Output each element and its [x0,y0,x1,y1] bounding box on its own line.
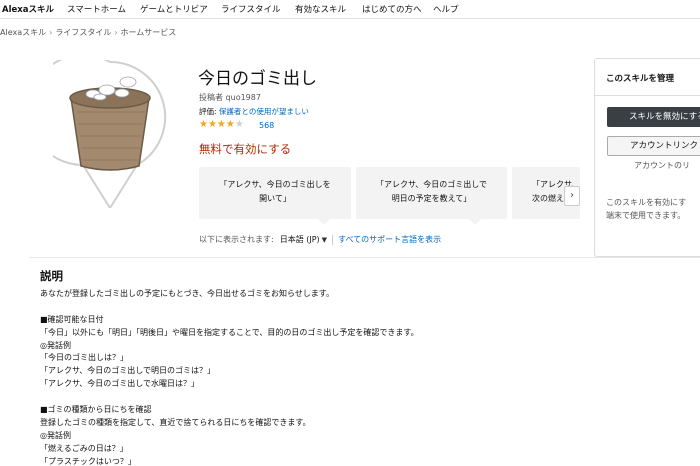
description-line: 「アレクサ、今日のゴミ出しで水曜日は？」 [40,379,200,389]
content-rating: 評価: 保護者との使用が望ましい [199,106,309,117]
star-icons-empty: ★ [234,119,244,130]
manage-desc-line: 端末で使用できます。 [606,211,686,220]
skill-icon [53,60,167,208]
disable-skill-button[interactable]: スキルを無効にする [607,107,700,127]
description-line: ■確認可能な日付 [40,314,104,324]
description-line: 「プラスチックはいつ？」 [40,456,136,466]
description-line [40,301,600,314]
manage-skill-panel [594,58,700,257]
description-line: ◎発話例 [40,340,71,350]
description-line: 「燃えるごみの日は？」 [40,443,128,453]
manage-description: このスキルを有効にす 端末で使用できます。 [606,196,686,222]
content-rating-value[interactable]: 保護者との使用が望ましい [219,107,309,116]
description-line: ◎発話例 [40,430,71,440]
top-nav: Alexaスキル スマートホーム ゲームとトリビア ライフスタイル 有効なスキル… [0,0,700,19]
chevron-down-icon[interactable]: ▼ [322,236,327,244]
description-line: 登録したゴミの種類を指定して、直近で捨てられる日にちを確認できます。 [40,417,311,427]
utterance-line: 明日の予定を教えて」 [391,194,472,203]
utterance-card: 「アレクサ、今日のゴミ出しを 開いて」 [199,167,351,225]
manage-skill-title: このスキルを管理 [606,74,675,84]
nav-lifestyle[interactable]: ライフスタイル [221,3,281,15]
description-line: 「今日のゴミ出しは？」 [40,353,128,363]
nav-smart-home[interactable]: スマートホーム [67,3,126,15]
skill-title: 今日のゴミ出し [198,69,317,89]
star-icons-filled: ★★★★ [199,119,235,130]
language-row: 以下に表示されます: 日本語 (JP) ▼ すべてのサポート言語を表示 [199,234,441,245]
description-line: あなたが登録したゴミ出しの予定にもとづき、今日出せるゴミをお知らせします。 [40,289,334,298]
breadcrumb-alexa-skills[interactable]: Alexaスキル [0,28,46,37]
star-rating[interactable]: ★★★★★ [199,119,244,130]
carousel-next-button[interactable]: › [564,186,580,206]
breadcrumb: Alexaスキル › ライフスタイル › ホームサービス [0,27,176,38]
utterance-line: 「アレクサ、今日のゴミ出しを [219,180,331,189]
nav-enabled-skills[interactable]: 有効なスキル [295,3,346,15]
description-heading: 説明 [40,269,63,283]
section-divider [30,257,700,258]
manage-divider [595,95,700,96]
language-select[interactable]: 日本語 (JP) [280,235,320,244]
nav-games-trivia[interactable]: ゲームとトリビア [140,3,208,15]
breadcrumb-home-services[interactable]: ホームサービス [121,28,177,37]
utterance-line: 「アレクサ、今日のゴミ出しで [375,180,488,189]
breadcrumb-lifestyle[interactable]: ライフスタイル [55,28,111,37]
description-line: 「アレクサ、今日のゴミ出しで明日のゴミは？」 [40,366,216,376]
card-notch [468,218,482,225]
language-label: 以下に表示されます: [199,235,274,244]
nav-getting-started[interactable]: はじめての方へ [362,3,422,15]
nav-alexa-skills[interactable]: Alexaスキル [2,3,54,15]
skill-author: 投稿者 quo1987 [199,93,261,102]
trash-bin-body [70,97,150,171]
description-line [40,391,600,404]
account-link-button[interactable]: アカウントリンク [607,136,700,156]
description-line: ■ゴミの種類から日にちを確認 [40,405,152,415]
review-count-link[interactable]: 568 [259,121,274,130]
card-notch [317,218,331,225]
utterance-card: 「アレクサ、今日のゴミ出しで 明日の予定を教えて」 [356,167,507,225]
language-divider [332,234,334,245]
manage-desc-line: このスキルを有効にす [606,198,687,207]
description-body: あなたが登録したゴミ出しの予定にもとづき、今日出せるゴミをお知らせします。 ■確… [40,288,600,466]
account-link-note: アカウントのリ [634,161,690,170]
content-rating-label: 評価: [199,107,217,116]
description-line: 「今日」以外にも「明日」「明後日」や曜日を指定することで、目的の日のゴミ出し予定… [40,327,419,337]
utterance-line: 開いて」 [259,194,291,203]
all-languages-link[interactable]: すべてのサポート言語を表示 [338,235,441,244]
nav-help[interactable]: ヘルプ [433,3,459,15]
breadcrumb-separator: › [49,28,53,37]
breadcrumb-separator: › [114,28,118,37]
free-enable-text: 無料で有効にする [199,142,292,156]
